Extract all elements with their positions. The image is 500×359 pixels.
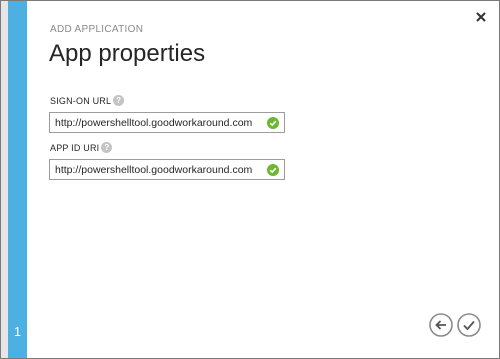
page-title: App properties	[49, 40, 206, 67]
checkmark-valid-icon	[267, 117, 279, 129]
step-rail	[8, 1, 27, 358]
sign-on-url-label-row: SIGN-ON URL ?	[50, 95, 125, 106]
dialog-subtitle: ADD APPLICATION	[50, 24, 144, 35]
sign-on-url-field[interactable]	[49, 112, 285, 133]
back-button[interactable]	[429, 313, 453, 337]
complete-button[interactable]	[457, 313, 481, 337]
app-id-uri-label: APP ID URI	[50, 142, 100, 153]
close-button[interactable]	[474, 10, 488, 24]
sign-on-url-label: SIGN-ON URL	[50, 95, 112, 106]
app-id-uri-input[interactable]	[50, 160, 260, 179]
question-mark-icon[interactable]: ?	[101, 142, 113, 153]
sign-on-url-input[interactable]	[50, 113, 260, 132]
checkmark-valid-icon	[267, 164, 279, 176]
question-mark-icon[interactable]: ?	[113, 95, 125, 106]
close-icon	[476, 12, 486, 22]
checkmark-icon	[457, 313, 481, 337]
background-edge	[1, 1, 8, 358]
back-arrow-icon	[429, 313, 453, 337]
app-id-uri-label-row: APP ID URI ?	[50, 142, 113, 153]
step-number: 1	[13, 324, 22, 339]
app-id-uri-field[interactable]	[49, 159, 285, 180]
